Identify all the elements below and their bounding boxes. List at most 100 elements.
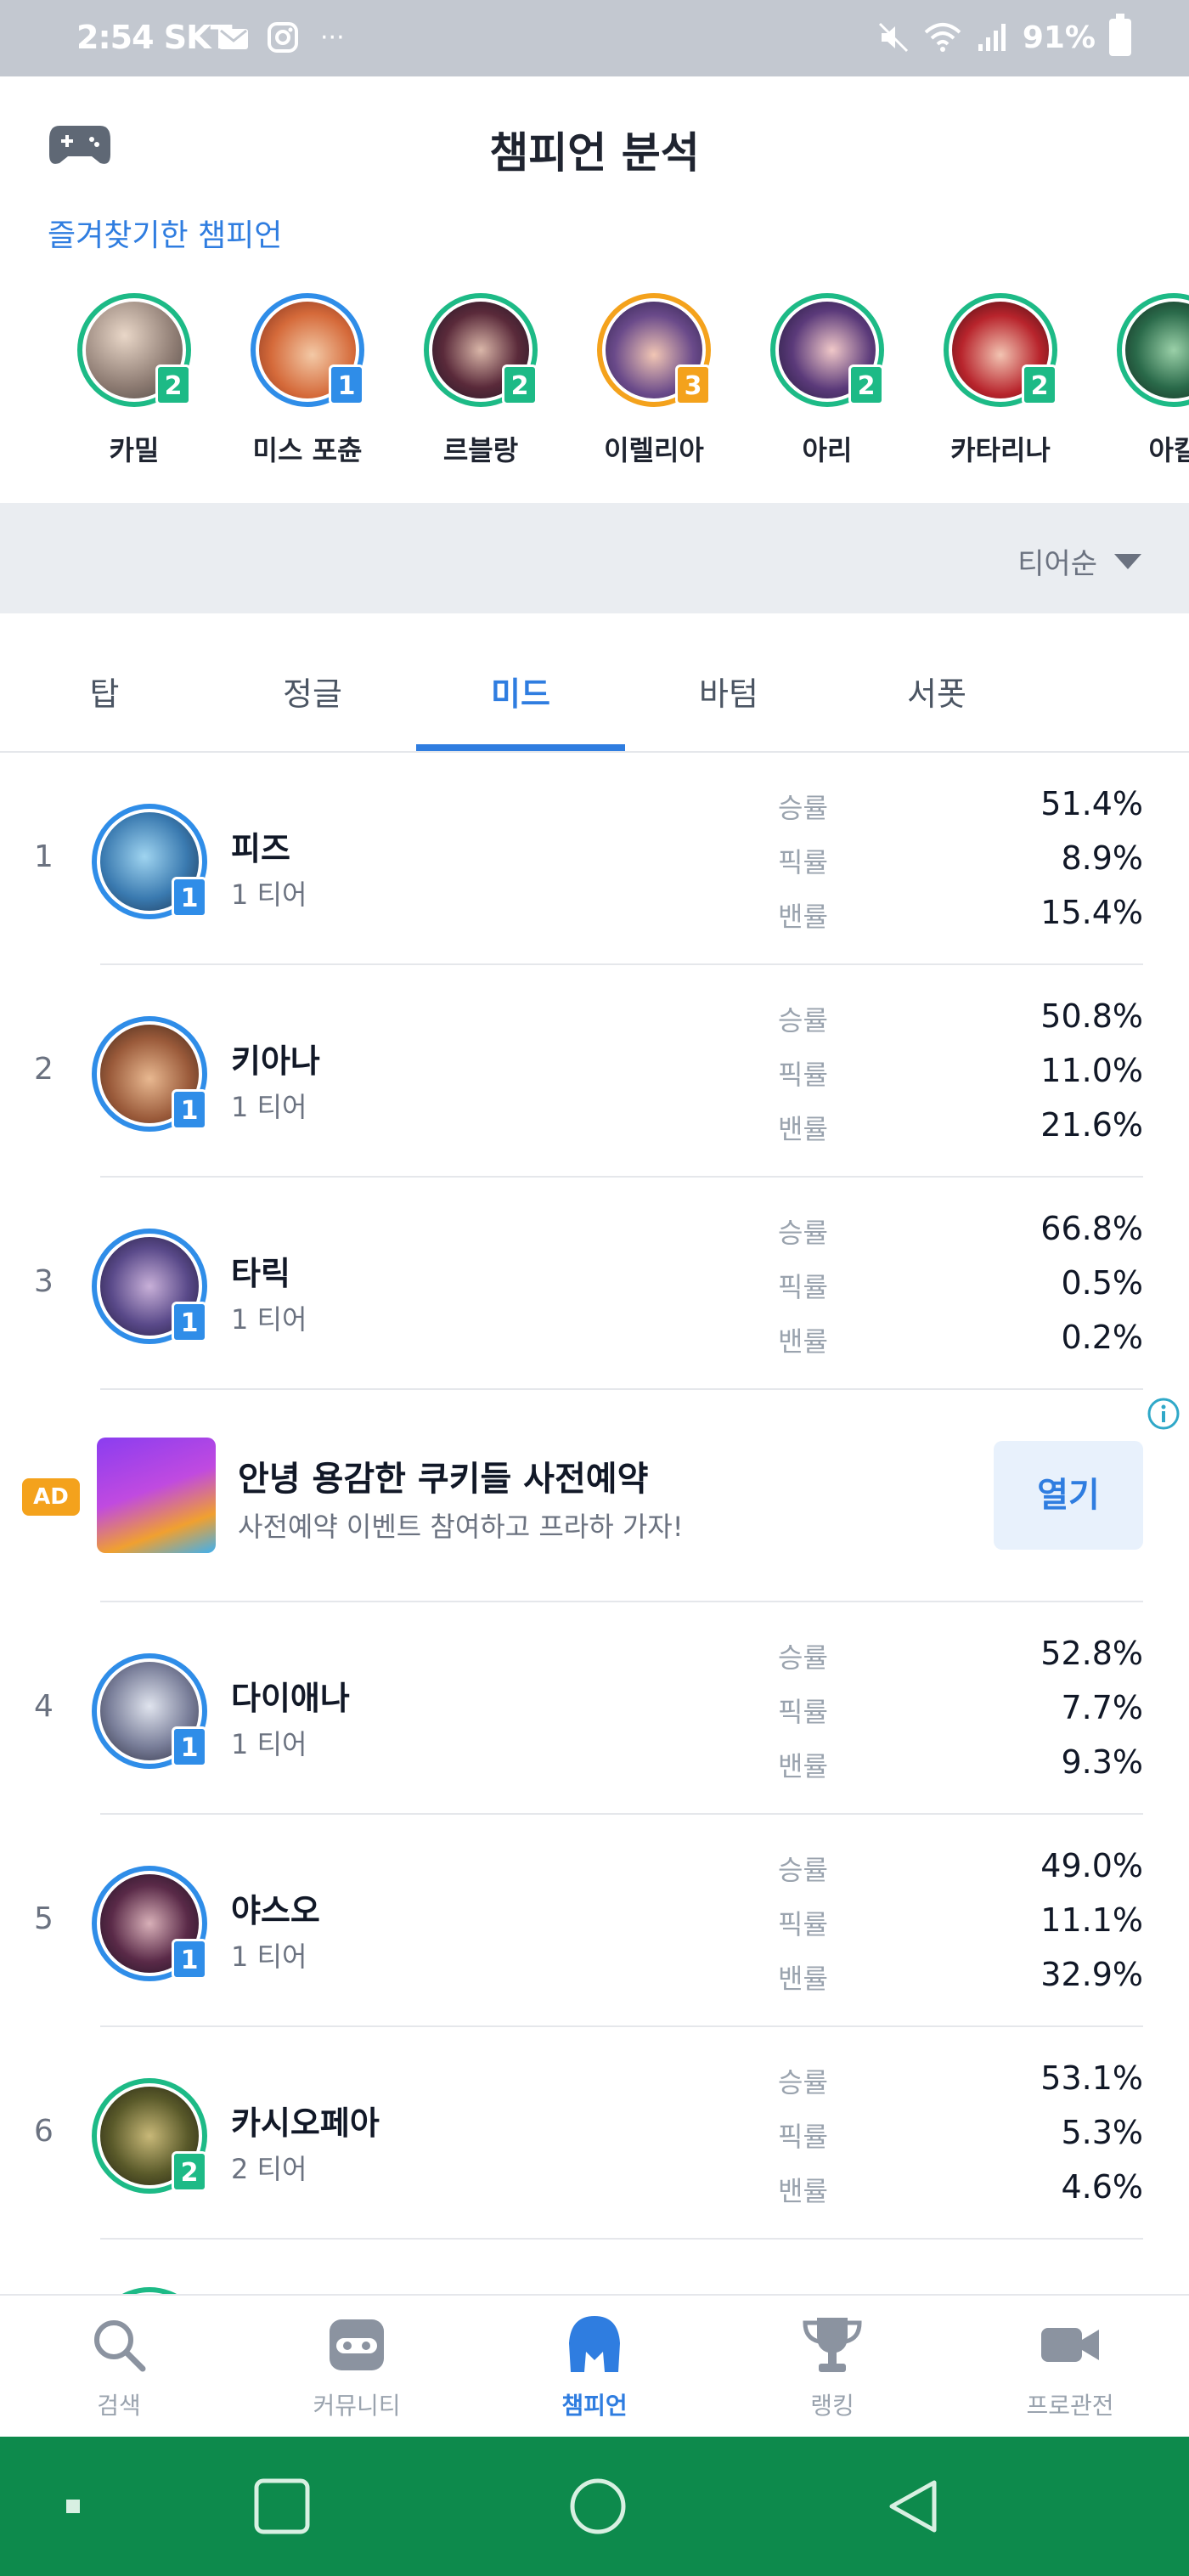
champion-tier: 1 티어	[231, 1303, 307, 1336]
avatar: 1	[251, 293, 364, 407]
champion-row[interactable]: 4 1 다이애나 1 티어 승률 52.8% 픽률 7.7% 밴률 9.3%	[0, 1602, 1189, 1815]
champion-tier: 2 티어	[231, 2153, 307, 2185]
champion-rank: 3	[34, 1264, 54, 1299]
win-rate-value: 49.0%	[1040, 1847, 1143, 1884]
ban-rate-value: 4.6%	[1061, 2168, 1143, 2206]
favorite-champion-item[interactable]: 2 카밀	[49, 293, 219, 468]
tier-badge: 1	[172, 1726, 207, 1767]
back-triangle-icon[interactable]	[883, 2476, 944, 2537]
win-rate-value: 66.8%	[1040, 1210, 1143, 1247]
nav-label: 랭킹	[810, 2392, 854, 2420]
ad-description: 사전예약 이벤트 참여하고 프라하 가자!	[238, 1511, 684, 1543]
ad-open-button[interactable]: 열기	[994, 1441, 1143, 1550]
champion-tier: 1 티어	[231, 878, 307, 911]
info-icon[interactable]	[1147, 1397, 1181, 1431]
instagram-icon	[268, 22, 298, 53]
mute-icon	[878, 22, 908, 53]
home-circle-icon[interactable]	[567, 2476, 628, 2537]
champion-name: 피즈	[231, 830, 290, 867]
tab-bottom[interactable]: 바텀	[624, 668, 833, 715]
win-rate-value: 50.8%	[1040, 997, 1143, 1035]
community-icon	[330, 2319, 384, 2370]
champion-name: 타릭	[231, 1255, 290, 1292]
nav-community[interactable]: 커뮤니티	[238, 2313, 476, 2421]
avatar	[1117, 293, 1189, 407]
champion-row[interactable]: 6 2 카시오페아 2 티어 승률 53.1% 픽률 5.3% 밴률 4.6%	[0, 2027, 1189, 2240]
tier-badge: 2	[155, 364, 191, 405]
mail-icon	[219, 29, 248, 49]
champion-row[interactable]: 3 1 타릭 1 티어 승률 66.8% 픽률 0.5% 밴률 0.2%	[0, 1178, 1189, 1390]
favorite-champion-item[interactable]: 2 르블랑	[396, 293, 566, 468]
avatar: 1	[92, 804, 207, 919]
ad-banner[interactable]: AD 안녕 용감한 쿠키들 사전예약 사전예약 이벤트 참여하고 프라하 가자!…	[0, 1390, 1189, 1602]
bottom-navigation: 검색 커뮤니티 챔피언 랭킹 프로관전	[0, 2294, 1189, 2437]
chevron-down-icon	[1114, 553, 1141, 569]
favorite-champion-item[interactable]: 3 이렐리아	[569, 293, 739, 468]
tab-support[interactable]: 서폿	[832, 668, 1041, 715]
win-rate-value: 51.4%	[1040, 785, 1143, 822]
tier-badge: 1	[172, 1939, 207, 1980]
champion-row[interactable]: 2 1 키아나 1 티어 승률 50.8% 픽률 11.0% 밴률 21.6%	[0, 965, 1189, 1178]
win-rate-value: 52.8%	[1040, 1635, 1143, 1672]
sort-bar: 티어순	[0, 503, 1189, 613]
champion-rank: 4	[34, 1689, 54, 1724]
pick-rate-label: 픽률	[778, 1271, 828, 1303]
favorite-champion-item[interactable]: 2 아리	[742, 293, 912, 468]
status-notification-icons: ···	[217, 20, 345, 54]
champion-stats: 승률 66.8% 픽률 0.5% 밴률 0.2%	[778, 1203, 1143, 1366]
champion-stats: 승률 53.1% 픽률 5.3% 밴률 4.6%	[778, 2053, 1143, 2216]
favorites-label: 즐겨찾기한 챔피언	[48, 218, 283, 253]
pick-rate-label: 픽률	[778, 2121, 828, 2153]
champion-row[interactable]: 1 1 피즈 1 티어 승률 51.4% 픽률 8.9% 밴률 15.4%	[0, 753, 1189, 965]
tab-mid[interactable]: 미드	[416, 668, 625, 715]
win-rate-label: 승률	[778, 2066, 828, 2099]
nav-champion[interactable]: 챔피언	[476, 2313, 713, 2421]
win-rate-value: 53.1%	[1040, 2059, 1143, 2097]
more-notifications-icon: ···	[320, 22, 345, 53]
favorite-champion-item[interactable]: 1 미스 포츈	[223, 293, 392, 468]
ad-title: 안녕 용감한 쿠키들 사전예약	[238, 1460, 649, 1499]
nav-search[interactable]: 검색	[0, 2313, 238, 2421]
wifi-icon	[924, 23, 961, 52]
favorite-champion-name: 이렐리아	[604, 434, 704, 466]
champion-rank: 5	[34, 1901, 54, 1936]
win-rate-label: 승률	[778, 1004, 828, 1037]
ban-rate-label: 밴률	[778, 901, 828, 933]
app-header: 챔피언 분석	[0, 76, 1189, 221]
champion-rank: 6	[34, 2114, 54, 2149]
avatar: 2	[92, 2078, 207, 2194]
ban-rate-value: 9.3%	[1061, 1743, 1143, 1781]
nav-ranking[interactable]: 랭킹	[713, 2313, 951, 2421]
favorite-champion-item[interactable]: 2 카타리나	[916, 293, 1085, 468]
signal-icon	[978, 24, 1006, 51]
champion-row-partial[interactable]	[0, 2240, 1189, 2294]
tab-jungle[interactable]: 정글	[208, 668, 417, 715]
champion-row[interactable]: 5 1 야스오 1 티어 승률 49.0% 픽률 11.1% 밴률 32.9%	[0, 1815, 1189, 2027]
favorite-champion-name: 카밀	[109, 434, 160, 466]
battery-icon	[1109, 14, 1131, 56]
pick-rate-value: 7.7%	[1061, 1689, 1143, 1726]
tab-top[interactable]: 탑	[0, 668, 209, 715]
champion-name: 카시오페아	[231, 2104, 380, 2142]
win-rate-label: 승률	[778, 792, 828, 824]
pick-rate-label: 픽률	[778, 1696, 828, 1728]
recents-dot-icon[interactable]	[42, 2476, 104, 2537]
favorite-champions-row[interactable]: 2 카밀 1 미스 포츈 2 르블랑 3 이렐리아 2 아리 2 카타리나 아칼	[0, 293, 1189, 497]
pick-rate-value: 0.5%	[1061, 1264, 1143, 1302]
pick-rate-label: 픽률	[778, 1059, 828, 1091]
ban-rate-label: 밴률	[778, 1750, 828, 1782]
avatar: 2	[770, 293, 884, 407]
favorite-champion-item[interactable]: 아칼	[1089, 293, 1189, 468]
active-tab-indicator	[416, 744, 625, 751]
android-navigation-bar	[0, 2437, 1189, 2576]
sort-label: 티어순	[1017, 547, 1097, 581]
ad-thumbnail	[97, 1438, 216, 1553]
pick-rate-value: 8.9%	[1061, 839, 1143, 877]
battery-percent: 91%	[1022, 20, 1096, 55]
sort-dropdown[interactable]: 티어순	[1017, 540, 1141, 582]
champion-tier: 1 티어	[231, 1940, 307, 1973]
pick-rate-value: 11.1%	[1040, 1901, 1143, 1939]
overview-square-icon[interactable]	[251, 2476, 313, 2537]
ban-rate-label: 밴률	[778, 2175, 828, 2207]
nav-pro-watch[interactable]: 프로관전	[951, 2313, 1189, 2421]
